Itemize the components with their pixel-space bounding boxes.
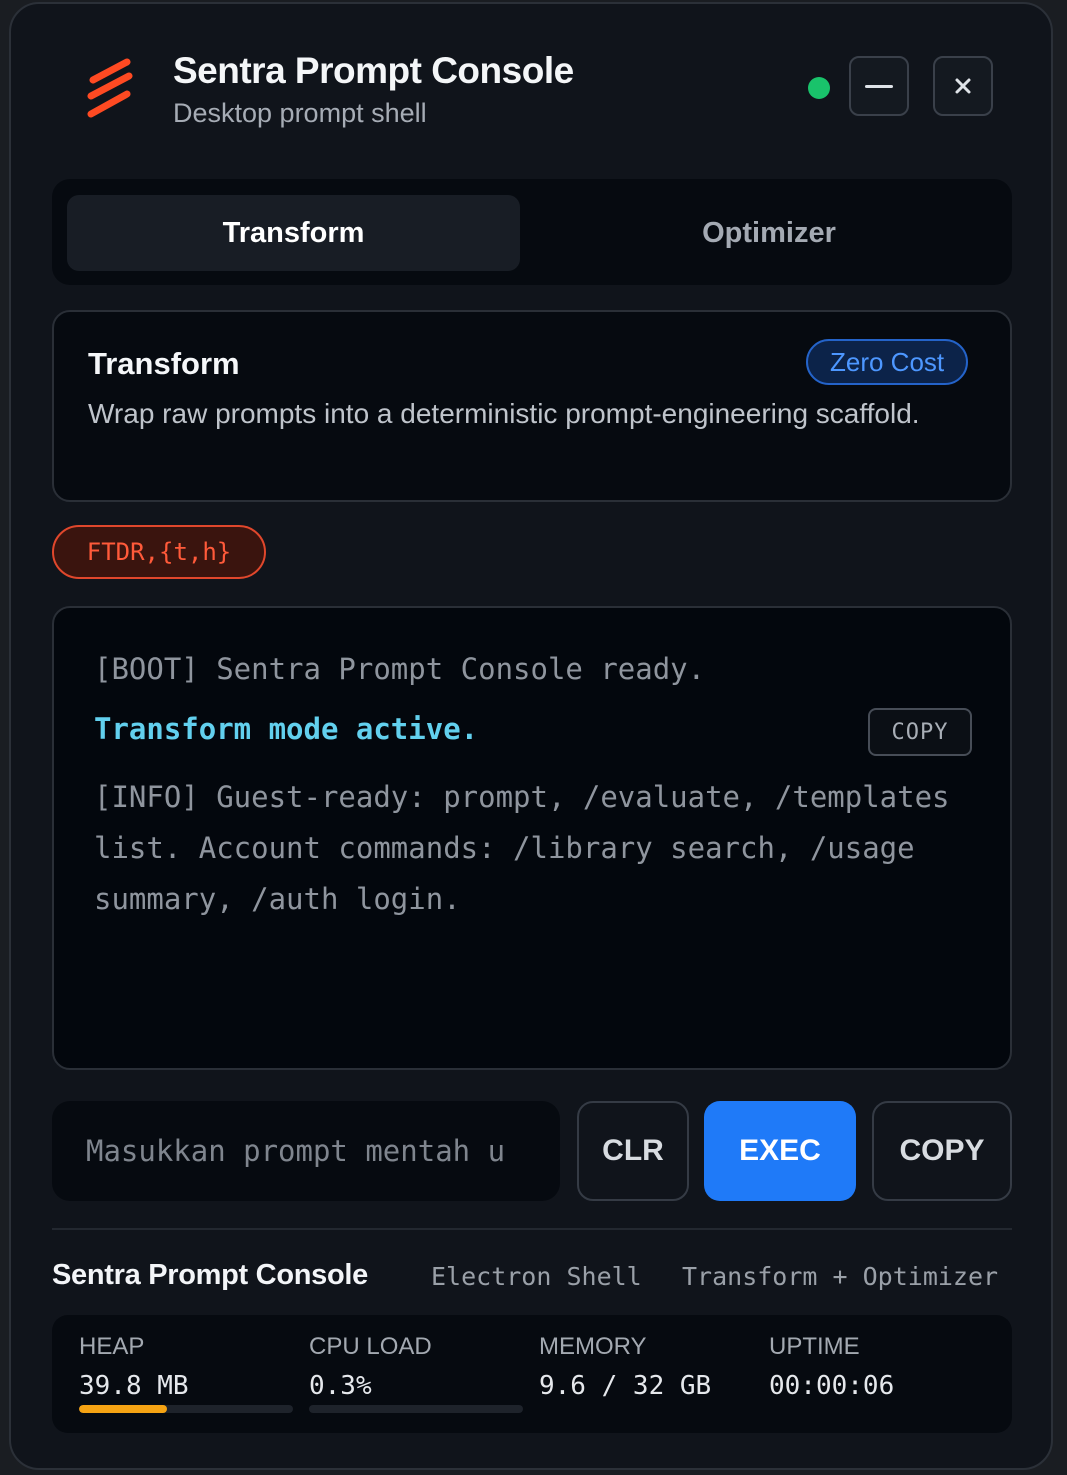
stat-label: UPTIME bbox=[769, 1333, 860, 1360]
footer-title: Sentra Prompt Console bbox=[52, 1259, 368, 1291]
stat-label: HEAP bbox=[79, 1333, 145, 1360]
status-indicator bbox=[808, 77, 830, 99]
stat-value: 0.3% bbox=[309, 1371, 372, 1401]
close-icon bbox=[955, 78, 971, 94]
app-subtitle: Desktop prompt shell bbox=[173, 98, 427, 128]
system-stats: HEAP 39.8 MB CPU LOAD 0.3% MEMORY 9.6 / … bbox=[52, 1315, 1012, 1433]
stat-heap: HEAP 39.8 MB bbox=[79, 1333, 294, 1401]
tab-transform[interactable]: Transform bbox=[67, 195, 520, 271]
cpu-bar bbox=[309, 1405, 523, 1413]
stat-value: 39.8 MB bbox=[79, 1371, 189, 1401]
mode-title: Transform bbox=[88, 346, 240, 381]
terminal-line-info: [INFO] Guest-ready: prompt, /evaluate, /… bbox=[94, 780, 950, 916]
heap-bar bbox=[79, 1405, 293, 1413]
cost-badge: Zero Cost bbox=[806, 339, 969, 385]
stat-memory: MEMORY 9.6 / 32 GB bbox=[539, 1333, 754, 1401]
copy-button[interactable]: COPY bbox=[872, 1101, 1012, 1201]
stat-cpu: CPU LOAD 0.3% bbox=[309, 1333, 524, 1401]
output-terminal: [BOOT] Sentra Prompt Console ready. Tran… bbox=[52, 606, 1012, 1070]
divider bbox=[52, 1228, 1012, 1230]
mode-tabs: Transform Optimizer bbox=[52, 179, 1012, 285]
terminal-line-boot: [BOOT] Sentra Prompt Console ready. bbox=[94, 652, 706, 686]
stat-uptime: UPTIME 00:00:06 bbox=[769, 1333, 984, 1401]
mode-description: Wrap raw prompts into a deterministic pr… bbox=[88, 398, 920, 429]
minimize-button[interactable] bbox=[849, 56, 909, 116]
footer-modes-label: Transform + Optimizer bbox=[682, 1262, 999, 1291]
mode-tag-chip: FTDR,{t,h} bbox=[52, 525, 266, 579]
terminal-line-mode: Transform mode active. bbox=[94, 712, 479, 746]
stat-label: CPU LOAD bbox=[309, 1333, 432, 1360]
tab-optimizer[interactable]: Optimizer bbox=[534, 195, 1004, 271]
footer-shell-label: Electron Shell bbox=[431, 1262, 642, 1291]
execute-button[interactable]: EXEC bbox=[704, 1101, 856, 1201]
app-title: Sentra Prompt Console bbox=[173, 50, 574, 91]
heap-bar-fill bbox=[79, 1405, 167, 1413]
terminal-copy-button[interactable]: COPY bbox=[868, 708, 972, 756]
stat-value: 9.6 / 32 GB bbox=[539, 1371, 712, 1401]
app-window: Sentra Prompt Console Desktop prompt she… bbox=[9, 2, 1053, 1470]
clear-button[interactable]: CLR bbox=[577, 1101, 689, 1201]
minimize-icon bbox=[865, 84, 893, 88]
sentra-logo-icon bbox=[83, 56, 135, 124]
close-button[interactable] bbox=[933, 56, 993, 116]
stat-label: MEMORY bbox=[539, 1333, 647, 1360]
mode-card: Transform Zero Cost Wrap raw prompts int… bbox=[52, 310, 1012, 502]
stat-value: 00:00:06 bbox=[769, 1371, 895, 1401]
prompt-input[interactable] bbox=[52, 1101, 560, 1201]
